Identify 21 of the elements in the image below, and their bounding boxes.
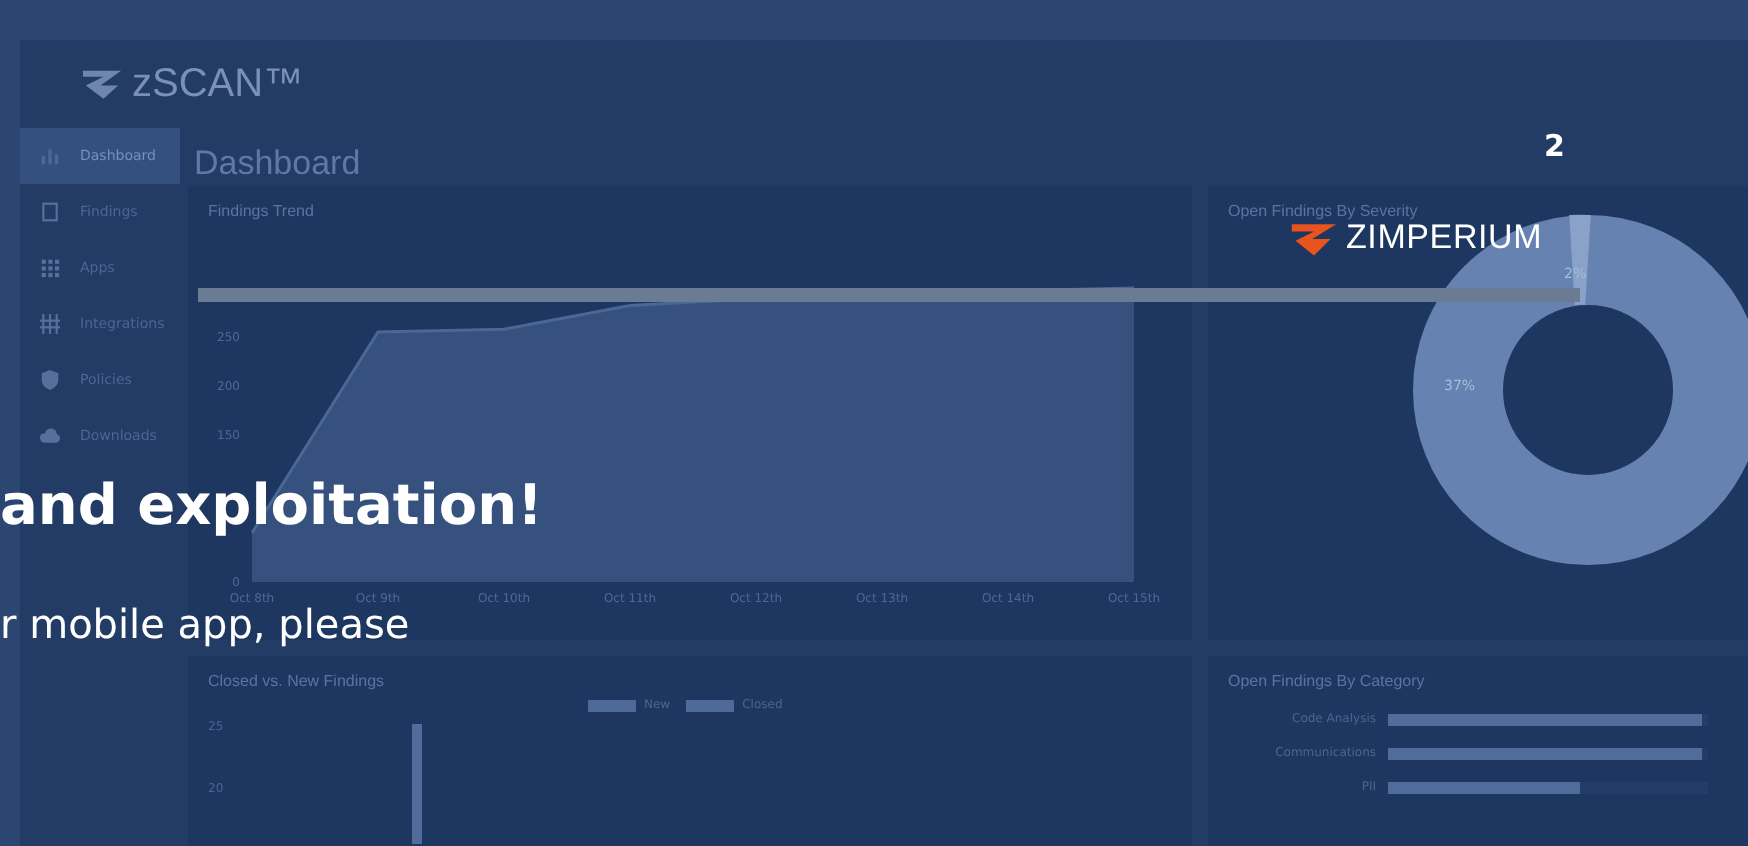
logo-icon — [1290, 219, 1338, 257]
panel-title: Closed vs. New Findings — [208, 672, 387, 692]
document-icon — [40, 202, 60, 222]
shield-icon — [40, 370, 60, 390]
panel-title: Open Findings By Category — [1228, 672, 1427, 692]
cloud-download-icon — [40, 426, 60, 446]
panel-title: Open Findings By Severity — [1228, 202, 1420, 222]
grid-icon — [40, 258, 60, 278]
page-number: 2 — [1544, 128, 1565, 164]
app-logo-text: zSCAN™ — [132, 60, 304, 108]
dashboard-title: Dashboard — [192, 142, 361, 186]
logo-icon — [80, 66, 124, 102]
chart-bar — [412, 724, 422, 844]
headline: and exploitation! — [0, 474, 543, 538]
logo-text: ZIMPERIUM — [1346, 218, 1543, 258]
legend-swatch — [686, 699, 735, 711]
body-text: r mobile app, please — [0, 600, 410, 648]
bar-chart-icon — [40, 146, 60, 166]
sliders-icon — [40, 314, 60, 334]
legend-swatch — [588, 699, 636, 711]
panel-title: Findings Trend — [208, 202, 316, 222]
